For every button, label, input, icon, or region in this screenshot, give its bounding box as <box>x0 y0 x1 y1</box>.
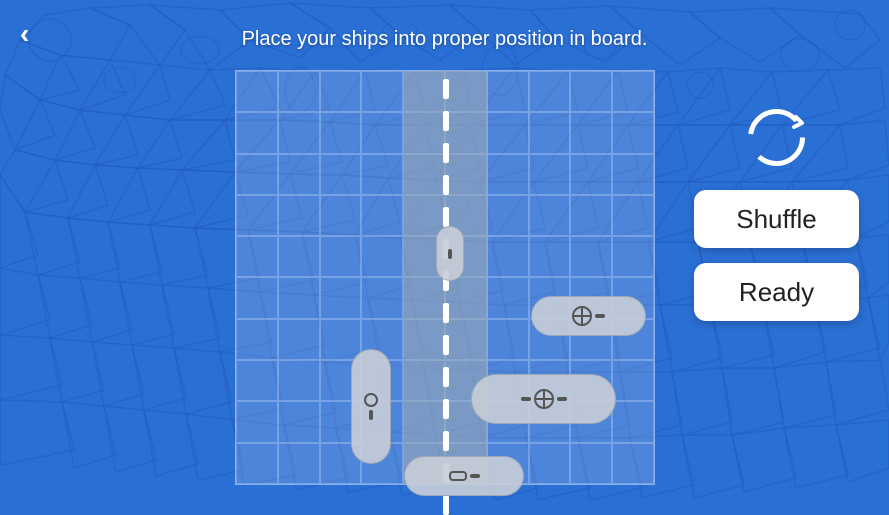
grid-cell[interactable] <box>361 112 403 153</box>
rotate-icon <box>744 105 809 170</box>
ship-barrel-h-1 <box>521 397 531 401</box>
game-board <box>235 70 655 485</box>
road-dash <box>443 431 449 451</box>
grid-cell[interactable] <box>278 71 320 112</box>
grid-cell[interactable] <box>487 112 529 153</box>
grid-cell[interactable] <box>320 71 362 112</box>
grid-cell[interactable] <box>570 154 612 195</box>
grid-cell[interactable] <box>278 112 320 153</box>
crosshair-inner-2 <box>536 391 552 407</box>
grid-cell[interactable] <box>361 236 403 277</box>
right-panel: Shuffle Ready <box>689 100 864 321</box>
grid-cell[interactable] <box>236 71 278 112</box>
grid-cell[interactable] <box>361 195 403 236</box>
ship-5[interactable] <box>404 456 524 496</box>
ship-barrel-h-2 <box>557 397 567 401</box>
grid-cell[interactable] <box>278 154 320 195</box>
road-dash <box>443 111 449 131</box>
ship-barrel <box>448 249 452 259</box>
grid-cell[interactable] <box>570 112 612 153</box>
instruction-text: Place your ships into proper position in… <box>0 28 889 51</box>
ship-3[interactable] <box>351 349 391 464</box>
ship-crosshair <box>572 306 592 326</box>
grid-cell[interactable] <box>278 236 320 277</box>
ship-small-rect <box>449 471 467 481</box>
ship-barrel-h <box>595 314 605 318</box>
grid-cell[interactable] <box>487 277 529 318</box>
ship-1[interactable] <box>436 226 464 281</box>
ship-barrel-v <box>369 410 373 420</box>
grid-cell[interactable] <box>278 277 320 318</box>
grid-cell[interactable] <box>361 71 403 112</box>
grid-cell[interactable] <box>570 71 612 112</box>
road-dash <box>443 367 449 387</box>
ship-gun-circle <box>364 393 378 407</box>
grid-cell[interactable] <box>236 319 278 360</box>
grid-cell[interactable] <box>320 277 362 318</box>
grid-cell[interactable] <box>612 360 654 401</box>
road-dash <box>443 399 449 419</box>
grid-cell[interactable] <box>278 360 320 401</box>
grid-cell[interactable] <box>529 195 571 236</box>
road-dash <box>443 303 449 323</box>
grid-cell[interactable] <box>612 154 654 195</box>
ship-barrel-h-3 <box>470 474 480 478</box>
back-button[interactable]: ‹ <box>15 15 34 53</box>
grid-cell[interactable] <box>320 236 362 277</box>
grid-cell[interactable] <box>487 236 529 277</box>
ship-4[interactable] <box>471 374 616 424</box>
grid-cell[interactable] <box>612 71 654 112</box>
grid-cell[interactable] <box>320 112 362 153</box>
grid-cell[interactable] <box>361 154 403 195</box>
road-dash <box>443 143 449 163</box>
grid-cell[interactable] <box>320 154 362 195</box>
grid-cell[interactable] <box>612 401 654 442</box>
grid-cell[interactable] <box>361 277 403 318</box>
grid-cell[interactable] <box>278 443 320 484</box>
grid-cell[interactable] <box>487 195 529 236</box>
grid-cell[interactable] <box>236 401 278 442</box>
ready-button[interactable]: Ready <box>694 263 859 321</box>
grid-cell[interactable] <box>236 443 278 484</box>
grid-cell[interactable] <box>236 236 278 277</box>
grid-cell[interactable] <box>320 319 362 360</box>
grid-cell[interactable] <box>487 319 529 360</box>
ship-crosshair-2 <box>534 389 554 409</box>
grid-cell[interactable] <box>612 195 654 236</box>
grid-cell[interactable] <box>236 112 278 153</box>
road-dash <box>443 175 449 195</box>
grid-cell[interactable] <box>529 443 571 484</box>
rotate-button[interactable] <box>739 100 814 175</box>
grid-cell[interactable] <box>612 443 654 484</box>
grid-cell[interactable] <box>236 195 278 236</box>
grid-cell[interactable] <box>487 154 529 195</box>
grid-cell[interactable] <box>529 236 571 277</box>
road-dash <box>443 207 449 227</box>
grid-cell[interactable] <box>570 236 612 277</box>
grid-cell[interactable] <box>529 154 571 195</box>
grid-cell[interactable] <box>570 443 612 484</box>
grid-cell[interactable] <box>278 401 320 442</box>
grid-cell[interactable] <box>236 154 278 195</box>
road-dash <box>443 79 449 99</box>
grid-cell[interactable] <box>529 71 571 112</box>
grid-cell[interactable] <box>570 195 612 236</box>
grid-cell[interactable] <box>236 277 278 318</box>
grid-cell[interactable] <box>236 360 278 401</box>
shuffle-button[interactable]: Shuffle <box>694 190 859 248</box>
crosshair-inner <box>574 308 590 324</box>
grid-cell[interactable] <box>320 195 362 236</box>
grid-cell[interactable] <box>278 319 320 360</box>
grid-cell[interactable] <box>487 71 529 112</box>
grid-cell[interactable] <box>612 112 654 153</box>
grid-cell[interactable] <box>529 112 571 153</box>
ship-2[interactable] <box>531 296 646 336</box>
road-dash <box>443 495 449 515</box>
grid-cell[interactable] <box>278 195 320 236</box>
grid-cell[interactable] <box>612 236 654 277</box>
road-dash <box>443 335 449 355</box>
